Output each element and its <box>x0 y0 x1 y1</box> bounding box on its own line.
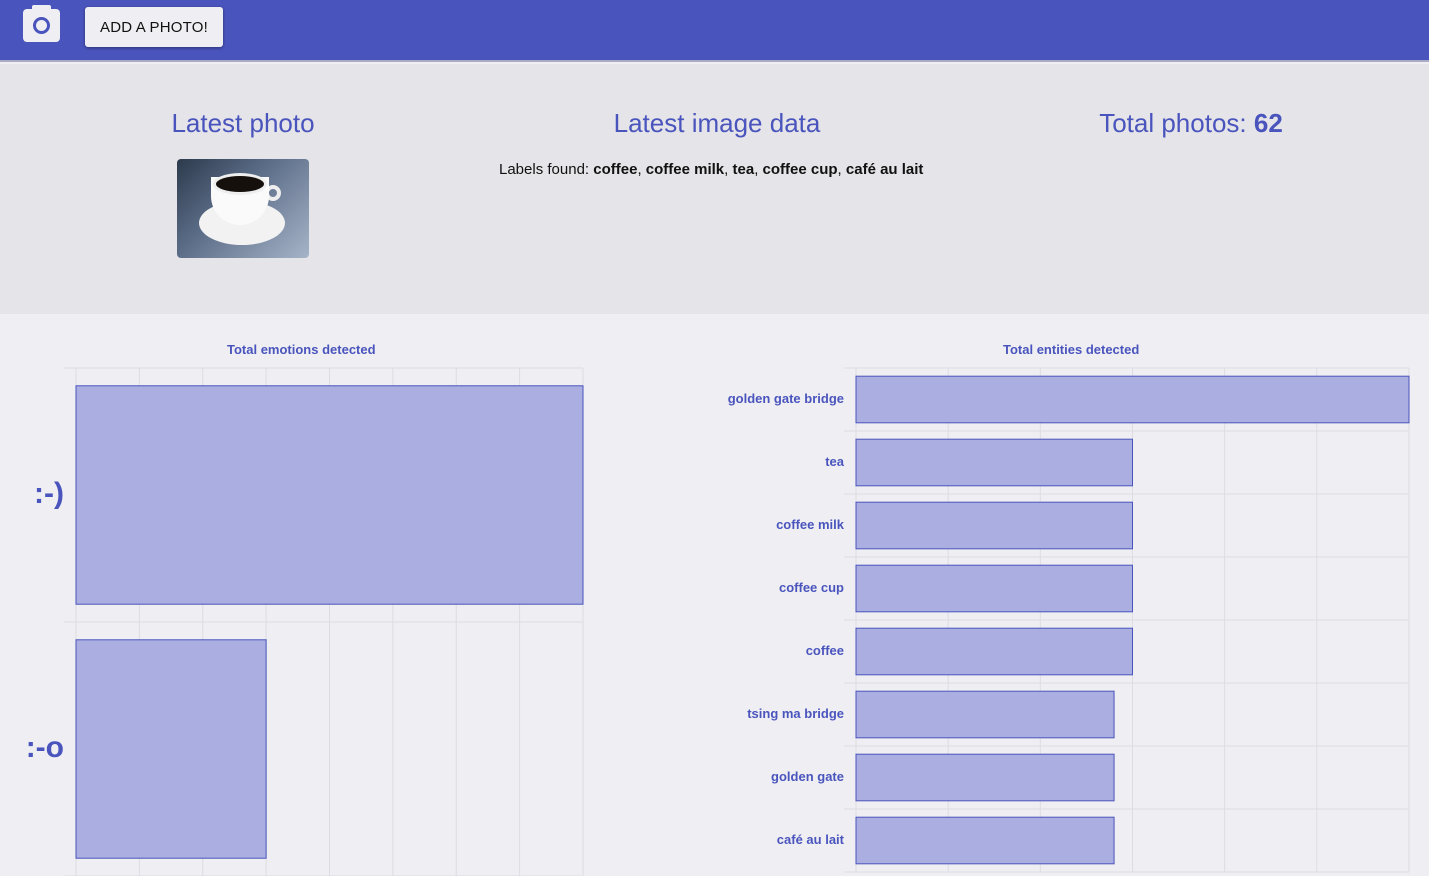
category-label: :-o <box>26 731 64 764</box>
category-label: coffee <box>806 643 844 658</box>
bar <box>855 816 1115 865</box>
category-label: café au lait <box>777 832 845 847</box>
bar <box>75 639 267 859</box>
bar <box>855 501 1133 550</box>
bar <box>855 375 1410 424</box>
charts-canvas: :-) :-o golden gate bridge tea coffee milk co… <box>26 367 1410 876</box>
category-label: tea <box>825 454 845 469</box>
bar <box>855 564 1133 613</box>
bar <box>75 385 584 605</box>
category-label: :-) <box>34 477 64 510</box>
category-label: tsing ma bridge <box>747 706 844 721</box>
category-label: golden gate bridge <box>728 391 844 406</box>
category-label: coffee milk <box>776 517 845 532</box>
category-label: golden gate <box>771 769 844 784</box>
bar <box>855 753 1115 802</box>
category-label: coffee cup <box>779 580 844 595</box>
bar <box>855 438 1133 487</box>
bar <box>855 690 1115 739</box>
bar <box>855 627 1133 676</box>
